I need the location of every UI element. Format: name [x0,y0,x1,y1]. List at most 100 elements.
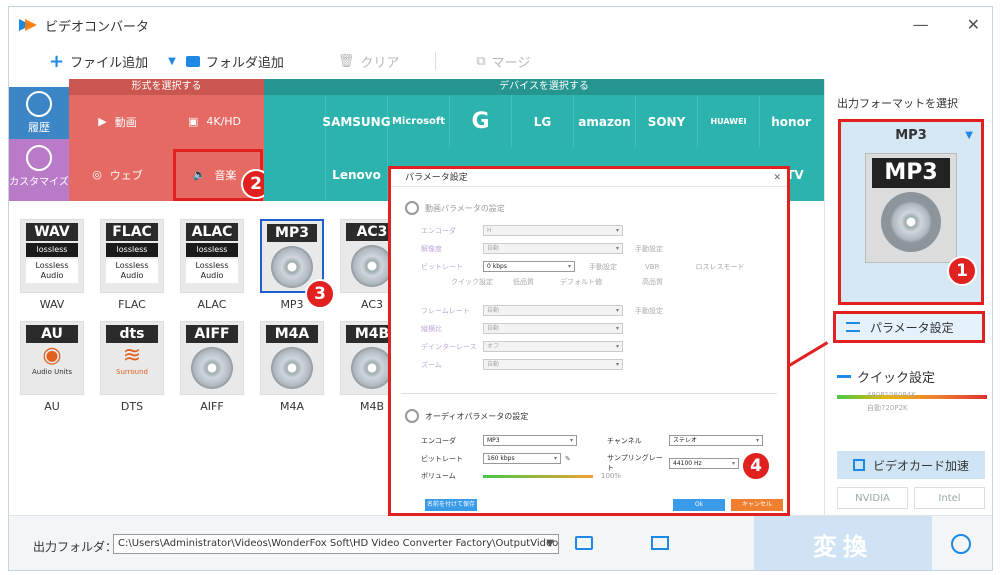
volume-row: ボリューム 100% [421,472,622,480]
format-tile-dts[interactable]: dts ≋ Surround DTS [97,321,167,413]
resolution-select[interactable]: 自動 [483,243,623,254]
category-video[interactable]: ▶ 動画 [69,95,166,148]
video-bitrate-row: ビットレート0 kbps手動設定VBRロスレスモード [421,261,744,272]
parameter-settings-button[interactable]: パラメータ設定 [833,311,985,343]
gear-icon [26,145,52,171]
output-format-title: 出力フォーマットを選択 [837,97,958,110]
pencil-icon[interactable]: ✎ [565,455,571,463]
frame-rate-row: フレームレート自動手動設定 [421,305,663,316]
video-section-title: 動画パラメータの設定 [405,201,505,215]
format-tile-aiff[interactable]: AIFF AIFF [177,321,247,413]
brand-amazon[interactable]: amazon [574,95,636,148]
video-quick-row: クイック設定 低品質 デフォルト値 高品質 [451,278,663,286]
output-folder-path[interactable]: C:\Users\Administrator\Videos\WonderFox … [113,534,559,554]
format-tile-wav[interactable]: WAV lossless Lossless Audio WAV [17,219,87,311]
step-badge-4: 4 [741,451,771,481]
play-icon: ▶ [98,115,107,128]
save-as-button[interactable]: 名前を付けて保存 [425,499,477,511]
aspect-ratio-select[interactable]: 自動 [483,323,623,334]
merge-button[interactable]: ⧉ マージ [476,52,530,71]
volume-slider[interactable] [483,475,593,478]
video-encoder-row: エンコーダ H [421,225,623,236]
disc-icon [271,347,313,389]
customize-button[interactable]: カスタマイズ [9,139,69,201]
close-button[interactable]: ✕ [967,15,980,34]
brand-motorola-icon[interactable] [264,148,326,201]
ok-button[interactable]: Ok [673,499,725,511]
format-header: 形式を選択する [69,79,264,95]
brand-huawei[interactable]: HUAWEI [698,95,760,148]
brand-microsoft[interactable]: Microsoft [388,95,450,148]
app-logo-icon [19,16,37,34]
nvidia-toggle[interactable]: NVIDIA [837,487,908,509]
gear-icon [405,409,419,423]
app-title: ビデオコンバータ [45,19,150,35]
convert-button[interactable]: 変換 [754,516,932,570]
brand-honor[interactable]: honor [760,95,822,148]
4k-icon: ▣ [187,115,199,128]
aspect-ratio-row: 縦横比 自動 [421,323,623,334]
brand-samsung[interactable]: SAMSUNG [322,95,391,148]
add-file-dropdown-icon[interactable]: ▼ [168,56,176,67]
output-folder-label: 出力フォルダ： [33,540,118,554]
sample-rate-row: サンプリングレート 44100 Hz [607,453,739,473]
deinterlace-select[interactable]: オフ [483,341,623,352]
folder-icon [185,55,200,67]
open-folder-icon[interactable] [575,536,593,550]
add-file-button[interactable]: + ファイル追加 [49,51,148,72]
cancel-button[interactable]: キャンセル [731,499,783,511]
audio-bitrate-select[interactable]: 160 kbps [483,453,561,464]
brand-sony[interactable]: SONY [636,95,698,148]
resolution-row: 解像度自動手動設定 [421,243,663,254]
video-bitrate-select[interactable]: 0 kbps [483,261,575,272]
format-category-panel: 形式を選択する ▶ 動画 ▣ 4K/HD ◎ ウェブ 🔈 音楽 2 [69,79,271,201]
audio-section-title: オーディオパラメータの設定 [405,409,528,423]
step-badge-1: 1 [947,256,977,286]
path-dropdown-icon[interactable]: ▼ [546,535,554,553]
dropdown-triangle-icon[interactable]: ▼ [965,130,973,141]
add-folder-button[interactable]: フォルダ追加 [185,52,284,71]
toolbar: + ファイル追加 ▼ フォルダ追加 🗑 クリア ⧉ マージ [9,43,992,79]
clear-button[interactable]: 🗑 クリア [338,52,400,71]
output-format-selector[interactable]: MP3 ▼ MP3 1 [838,119,984,305]
parameter-settings-dialog: パラメータ設定✕ 動画パラメータの設定 エンコーダH 解像度自動手動設定 ビット… [388,166,790,516]
brand-google[interactable]: G [450,95,512,148]
dialog-title-bar: パラメータ設定 ✕ [391,169,787,187]
audio-encoder-row: エンコーダ MP3 [421,435,577,446]
category-4k-hd[interactable]: ▣ 4K/HD [166,95,263,148]
gpu-acceleration-button[interactable]: ビデオカード加速 [837,451,985,479]
format-tile-flac[interactable]: FLAC lossless Lossless Audio FLAC [97,219,167,311]
title-bar: ビデオコンバータ — ✕ [9,7,992,43]
category-web[interactable]: ◎ ウェブ [69,148,166,201]
channel-row: チャンネル ステレオ [607,435,763,446]
video-encoder-select[interactable]: H [483,225,623,236]
format-tile-m4a[interactable]: M4A M4A [257,321,327,413]
mp3-format-icon: MP3 [865,153,957,263]
disc-icon [351,347,393,389]
output-format-panel: 出力フォーマットを選択 MP3 ▼ MP3 1 パラメータ設定 クイック設定 4… [824,79,992,515]
sliders-icon [846,322,860,332]
audio-encoder-select[interactable]: MP3 [483,435,577,446]
brand-lg[interactable]: LG [512,95,574,148]
brand-apple-icon[interactable] [264,95,326,148]
format-tile-alac[interactable]: ALAC lossless Lossless Audio ALAC [177,219,247,311]
intel-toggle[interactable]: Intel [914,487,985,509]
alarm-clock-icon[interactable] [951,534,971,554]
channel-select[interactable]: ステレオ [669,435,763,446]
step-badge-3: 3 [305,279,335,309]
quick-settings-label: クイック設定 [837,367,935,386]
minimize-button[interactable]: — [913,15,929,34]
dialog-close-icon[interactable]: ✕ [773,169,781,187]
quality-slider[interactable]: 480P 1080P 4K 自動 720P 2K [837,391,987,412]
frame-rate-select[interactable]: 自動 [483,305,623,316]
film-icon[interactable] [651,536,669,550]
dialog-divider [401,393,777,394]
zoom-select[interactable]: 自動 [483,359,623,370]
disc-icon [191,347,233,389]
history-button[interactable]: 履歴 [9,87,69,139]
format-tile-au[interactable]: AU ◉ Audio Units AU [17,321,87,413]
brand-lenovo[interactable]: Lenovo [326,148,388,201]
audio-units-icon: ◉ [42,343,62,368]
sample-rate-select[interactable]: 44100 Hz [669,457,739,469]
disc-icon [351,245,393,287]
